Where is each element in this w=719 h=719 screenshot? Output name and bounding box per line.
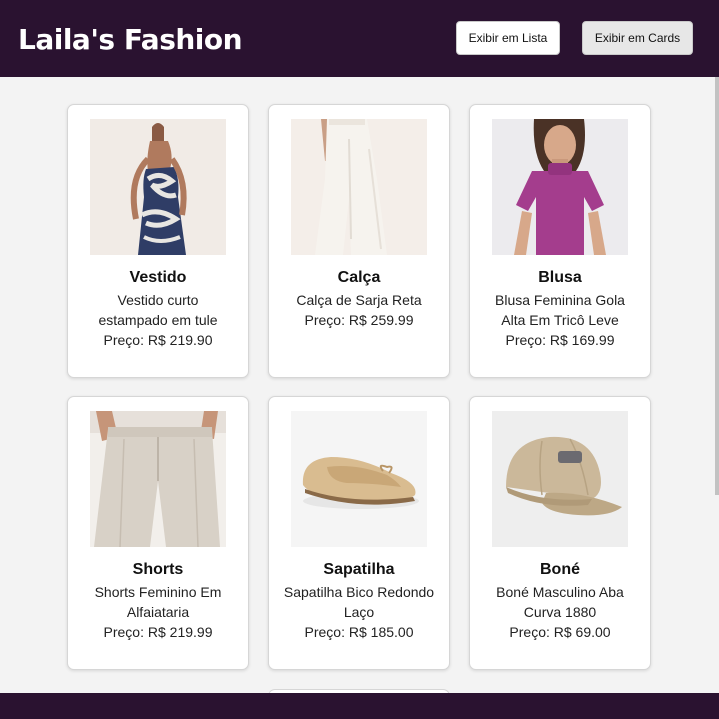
product-card[interactable]: Vestido Vestido curto estampado em tule …: [67, 104, 249, 378]
brand-title: Laila's Fashion: [18, 23, 243, 56]
shorts-photo: [90, 411, 226, 547]
product-name: Blusa: [538, 269, 582, 286]
cap-photo: [492, 411, 628, 547]
top-navbar: Laila's Fashion Exibir em Lista Exibir e…: [0, 0, 719, 77]
product-card[interactable]: Boné Boné Masculino Aba Curva 1880 Preço…: [469, 396, 651, 670]
cards-view-button[interactable]: Exibir em Cards: [582, 21, 693, 55]
product-card[interactable]: Sapatilha Sapatilha Bico Redondo Laço Pr…: [268, 396, 450, 670]
blouse-photo: [492, 119, 628, 255]
product-price: Preço: R$ 185.00: [304, 624, 414, 640]
product-card[interactable]: Blusa Blusa Feminina Gola Alta Em Tricô …: [469, 104, 651, 378]
product-description: Sapatilha Bico Redondo Laço Preço: R$ 18…: [283, 582, 435, 642]
product-description: Vestido curto estampado em tule Preço: R…: [82, 290, 234, 350]
product-price: Preço: R$ 259.99: [304, 312, 414, 328]
product-description: Blusa Feminina Gola Alta Em Tricô Leve P…: [484, 290, 636, 350]
product-description: Boné Masculino Aba Curva 1880 Preço: R$ …: [484, 582, 636, 642]
product-description-text: Blusa Feminina Gola Alta Em Tricô Leve: [495, 292, 625, 328]
product-name: Vestido: [129, 269, 187, 286]
list-view-button[interactable]: Exibir em Lista: [456, 21, 560, 55]
pants-photo: [291, 119, 427, 255]
product-description-text: Shorts Feminino Em Alfaiataria: [94, 584, 222, 620]
scrollbar[interactable]: [715, 77, 719, 495]
product-name: Calça: [337, 269, 381, 286]
product-card[interactable]: Shorts Shorts Feminino Em Alfaiataria Pr…: [67, 396, 249, 670]
product-description-text: Vestido curto estampado em tule: [98, 292, 218, 328]
product-price: Preço: R$ 169.99: [505, 332, 615, 348]
product-description-text: Calça de Sarja Reta: [296, 292, 422, 308]
product-price: Preço: R$ 219.90: [103, 332, 213, 348]
product-description: Shorts Feminino Em Alfaiataria Preço: R$…: [82, 582, 234, 642]
product-card[interactable]: Calça Calça de Sarja Reta Preço: R$ 259.…: [268, 104, 450, 378]
product-description: Calça de Sarja Reta Preço: R$ 259.99: [283, 290, 435, 330]
dress-photo: [90, 119, 226, 255]
footer-bar: [0, 693, 719, 719]
product-price: Preço: R$ 69.00: [509, 624, 611, 640]
product-price: Preço: R$ 219.99: [103, 624, 213, 640]
product-name: Shorts: [132, 561, 184, 578]
product-description-text: Sapatilha Bico Redondo Laço: [283, 584, 435, 620]
product-name: Boné: [540, 561, 580, 578]
product-description-text: Boné Masculino Aba Curva 1880: [496, 584, 624, 620]
flat-shoe-photo: [291, 411, 427, 547]
product-grid: Vestido Vestido curto estampado em tule …: [0, 77, 715, 693]
product-name: Sapatilha: [323, 561, 395, 578]
